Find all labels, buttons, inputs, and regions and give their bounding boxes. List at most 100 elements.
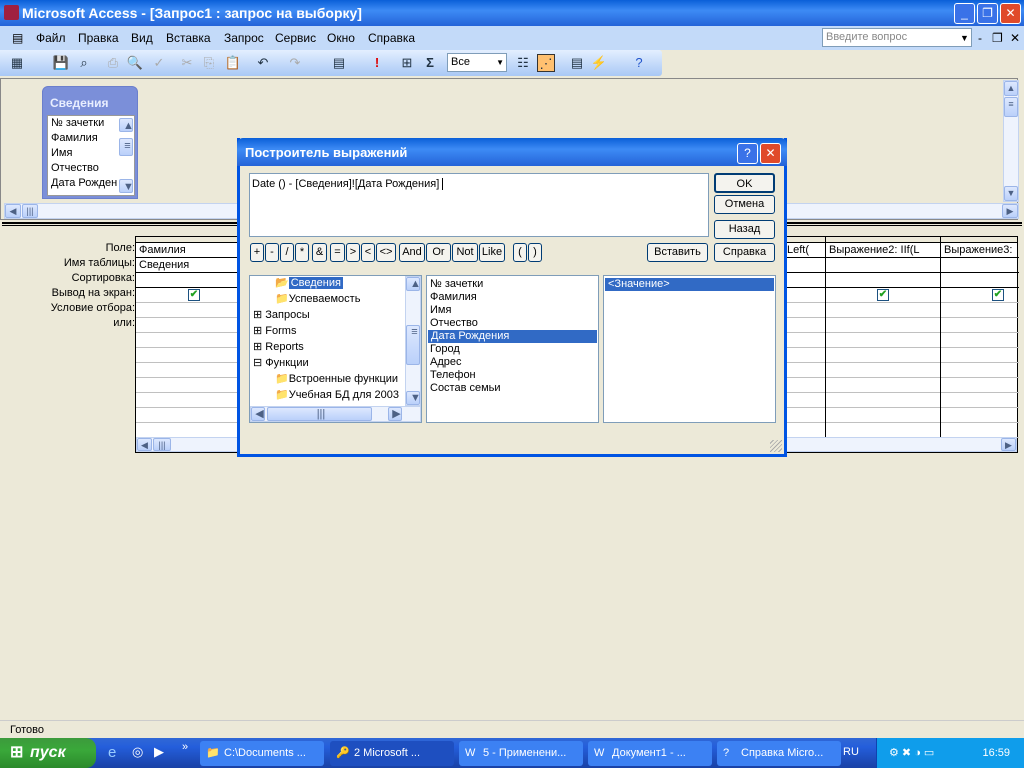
- ie-icon[interactable]: e: [108, 744, 116, 761]
- show-table-icon[interactable]: ⊞: [398, 54, 416, 72]
- help-icon[interactable]: ?: [630, 54, 648, 72]
- scroll-up-button[interactable]: ▲: [406, 277, 421, 291]
- redo-icon[interactable]: ↷: [286, 54, 304, 72]
- grid-field-cell[interactable]: Фамилия: [136, 243, 236, 257]
- op-multiply-button[interactable]: *: [295, 243, 309, 262]
- scroll-thumb[interactable]: |||: [22, 204, 38, 218]
- chevron-icon[interactable]: »: [182, 741, 188, 753]
- scroll-up-button[interactable]: ▲: [119, 118, 134, 132]
- show-checkbox[interactable]: ✔: [992, 289, 1004, 301]
- op-concat-button[interactable]: &: [312, 243, 327, 262]
- task-help[interactable]: ? Справка Micro...: [717, 741, 841, 766]
- vertical-scrollbar[interactable]: ▲ ≡ ▼: [1003, 80, 1019, 202]
- tree-item[interactable]: 📂 Сведения: [250, 277, 405, 293]
- search-icon[interactable]: ⌕: [75, 54, 93, 72]
- tree-horizontal-scrollbar[interactable]: ◀ ||| ▶: [250, 406, 421, 422]
- help-button[interactable]: Справка: [714, 243, 775, 262]
- value-list[interactable]: <Значение>: [603, 275, 776, 423]
- scroll-left-button[interactable]: ◀: [137, 438, 152, 451]
- builder-icon[interactable]: ⋰: [537, 54, 555, 72]
- totals-icon[interactable]: Σ: [421, 54, 439, 72]
- scroll-down-button[interactable]: ▼: [406, 391, 421, 405]
- query-type-icon[interactable]: ▤: [330, 54, 348, 72]
- cut-icon[interactable]: ✂: [178, 54, 196, 72]
- view-icon[interactable]: ▦: [8, 54, 26, 72]
- dialog-help-button[interactable]: ?: [737, 143, 758, 164]
- task-explorer[interactable]: 📁 C:\Documents ...: [200, 741, 324, 766]
- tree-item[interactable]: ⊟ Функции: [250, 357, 405, 373]
- language-indicator[interactable]: RU: [843, 746, 859, 758]
- menu-view[interactable]: Вид: [131, 30, 153, 46]
- database-window-icon[interactable]: ▤: [568, 54, 586, 72]
- field-item[interactable]: Состав семьи: [427, 382, 598, 395]
- field-item[interactable]: Фамилия: [427, 291, 598, 304]
- field-item[interactable]: Город: [427, 343, 598, 356]
- op-close-paren-button[interactable]: ): [528, 243, 542, 262]
- tray-icons[interactable]: ⚙ ✖ ◑ ▭: [877, 747, 934, 759]
- spelling-icon[interactable]: ✓: [150, 54, 168, 72]
- ok-button[interactable]: OK: [714, 173, 775, 193]
- scroll-thumb[interactable]: |||: [267, 407, 372, 421]
- menu-query[interactable]: Запрос: [224, 30, 264, 46]
- field-item[interactable]: Имя: [427, 304, 598, 317]
- op-not-button[interactable]: Not: [452, 243, 478, 262]
- save-icon[interactable]: 💾: [52, 54, 70, 72]
- op-or-button[interactable]: Or: [426, 243, 451, 262]
- op-equal-button[interactable]: =: [330, 243, 345, 262]
- task-word-2[interactable]: W Документ1 - ...: [588, 741, 712, 766]
- task-word-1[interactable]: W5 - Применени...: [459, 741, 583, 766]
- scroll-left-button[interactable]: ◀: [251, 407, 265, 421]
- field-item-selected[interactable]: Дата Рождения: [428, 330, 597, 343]
- paste-button[interactable]: Вставить: [647, 243, 708, 262]
- doc-restore-button[interactable]: ❐: [992, 30, 1003, 46]
- tree-item[interactable]: ⊞ Запросы: [250, 309, 405, 325]
- minimize-button[interactable]: _: [954, 3, 975, 24]
- show-checkbox[interactable]: ✔: [188, 289, 200, 301]
- table-field[interactable]: Отчество: [48, 161, 134, 176]
- outlook-icon[interactable]: ◎: [132, 744, 143, 760]
- grid-field-cell[interactable]: Выражение2: IIf(L: [826, 243, 939, 257]
- op-and-button[interactable]: And: [399, 243, 425, 262]
- close-button[interactable]: ✕: [1000, 3, 1021, 24]
- help-question-input[interactable]: Введите вопрос: [822, 28, 972, 47]
- op-notequal-button[interactable]: <>: [376, 243, 396, 262]
- task-access[interactable]: 🔑 2 Microsoft ...: [330, 741, 454, 766]
- media-player-icon[interactable]: ▶: [154, 744, 164, 760]
- top-values-select[interactable]: Все ▼: [447, 53, 507, 72]
- print-icon[interactable]: ⎙: [104, 54, 122, 72]
- grid-field-cell[interactable]: Left(: [784, 243, 824, 257]
- print-preview-icon[interactable]: 🔍: [126, 54, 144, 72]
- tree-vertical-scrollbar[interactable]: ▲ ≡ ▼: [405, 276, 421, 406]
- field-list[interactable]: № зачетки Фамилия Имя Отчество Дата Рожд…: [426, 275, 599, 423]
- scroll-up-button[interactable]: ▲: [1004, 81, 1018, 96]
- expression-input[interactable]: Date () - [Сведения]![Дата Рождения]: [249, 173, 709, 237]
- doc-close-button[interactable]: ✕: [1010, 30, 1020, 46]
- menu-insert[interactable]: Вставка: [166, 30, 211, 46]
- op-like-button[interactable]: Like: [479, 243, 505, 262]
- table-box-svedeniya[interactable]: Сведения № зачетки Фамилия Имя Отчество …: [42, 86, 138, 199]
- op-open-paren-button[interactable]: (: [513, 243, 527, 262]
- scroll-left-button[interactable]: ◀: [5, 204, 21, 218]
- tree-item[interactable]: ⊞ Forms: [250, 325, 405, 341]
- menu-tools[interactable]: Сервис: [275, 30, 316, 46]
- tree-item[interactable]: 📁Успеваемость: [250, 293, 405, 309]
- undo-icon[interactable]: ↶: [254, 54, 272, 72]
- tree-item[interactable]: ⊞ Reports: [250, 341, 405, 357]
- scroll-thumb[interactable]: |||: [153, 438, 171, 451]
- grid-table-cell[interactable]: Сведения: [136, 258, 236, 272]
- doc-minimize-button[interactable]: -: [978, 30, 982, 46]
- paste-icon[interactable]: 📋: [224, 54, 242, 72]
- scroll-right-button[interactable]: ▶: [388, 407, 402, 421]
- tree-item[interactable]: 📁Встроенные функции: [250, 373, 405, 389]
- back-button[interactable]: Назад: [714, 220, 775, 239]
- table-field-list[interactable]: № зачетки Фамилия Имя Отчество Дата Рожд…: [47, 115, 135, 196]
- op-divide-button[interactable]: /: [280, 243, 294, 262]
- start-button[interactable]: ⊞ пуск: [0, 738, 96, 768]
- doc-menu-icon[interactable]: ▤: [12, 30, 23, 46]
- scroll-thumb[interactable]: ≡: [406, 325, 420, 365]
- tree-item[interactable]: 📁Учебная БД для 2003: [250, 389, 405, 405]
- scroll-down-button[interactable]: ▼: [1004, 186, 1018, 201]
- dialog-close-button[interactable]: ✕: [760, 143, 781, 164]
- show-checkbox[interactable]: ✔: [877, 289, 889, 301]
- op-greater-button[interactable]: >: [346, 243, 360, 262]
